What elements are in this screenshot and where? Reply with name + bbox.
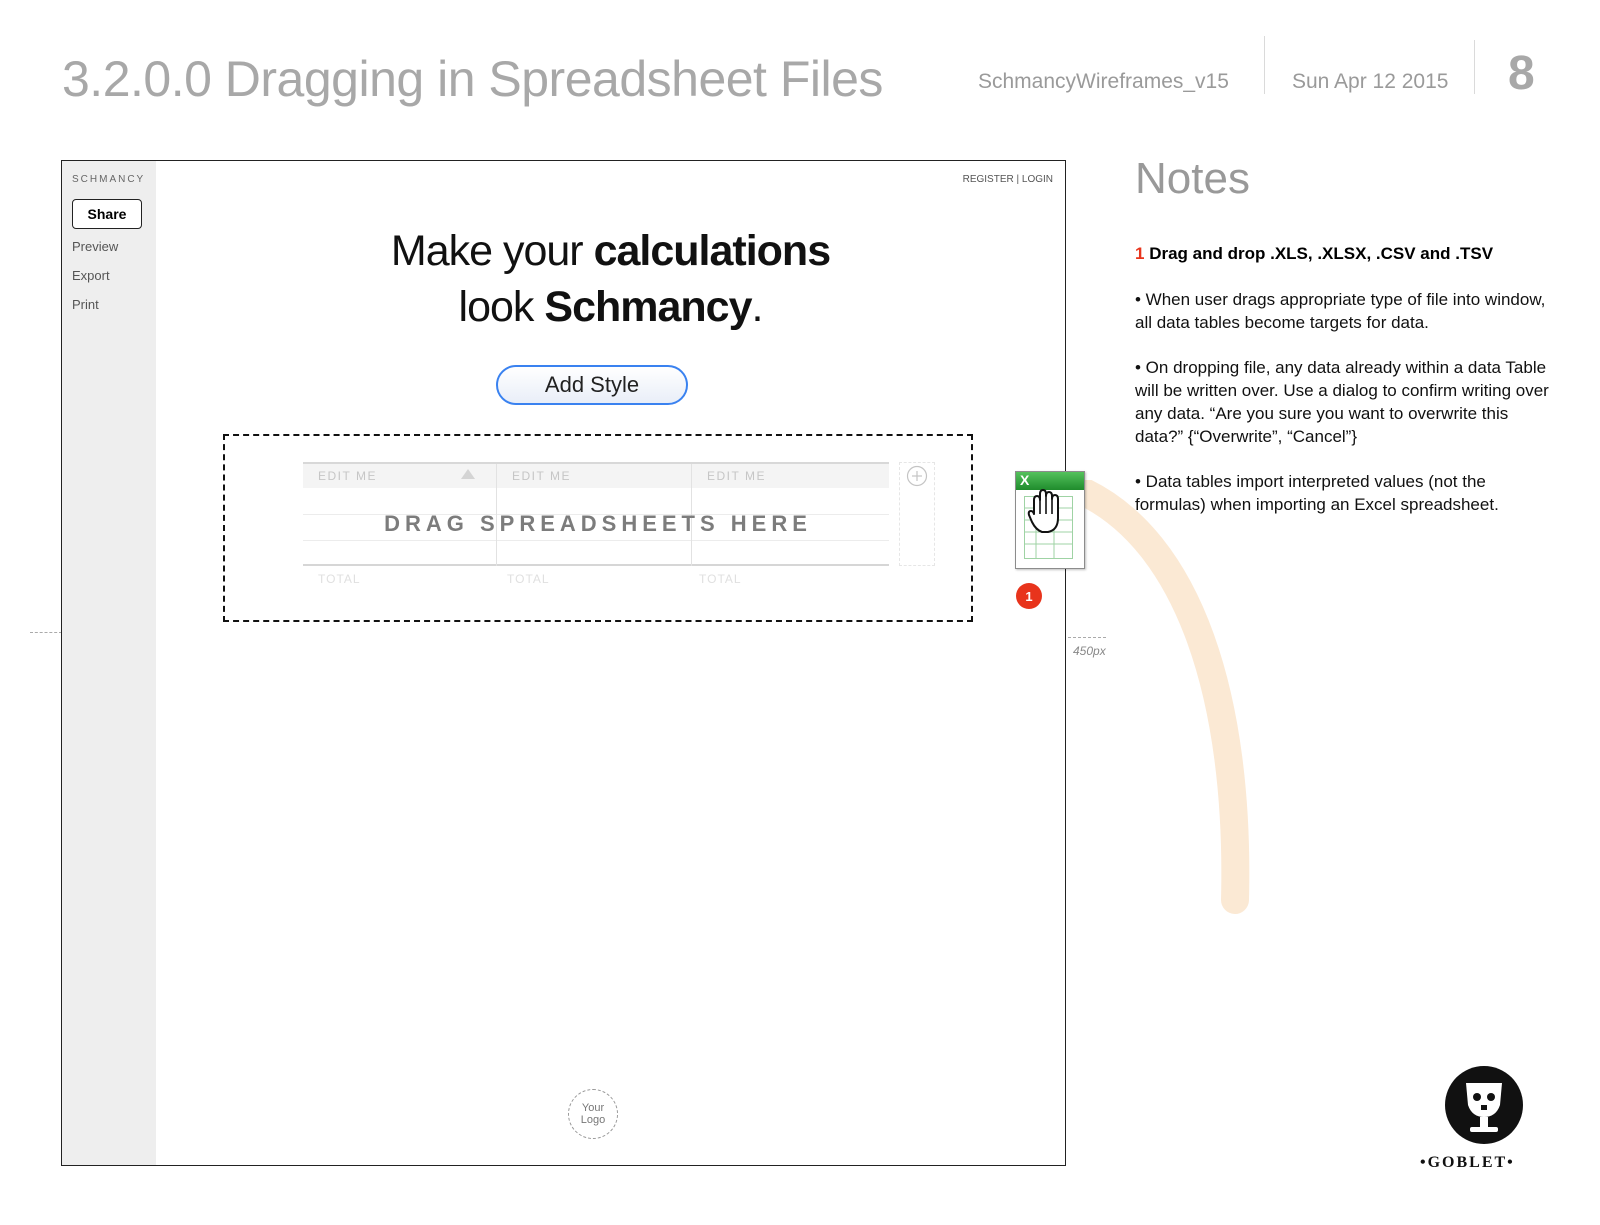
app-wireframe: SCHMANCY Share Preview Export Print REGI… (61, 160, 1066, 1166)
document-name: SchmancyWireframes_v15 (978, 70, 1229, 93)
goblet-wordmark: •GOBLET• (1420, 1154, 1515, 1171)
hand-cursor-icon (1027, 489, 1059, 533)
logo-text: Your (581, 1102, 605, 1114)
note-item: • When user drags appropriate type of fi… (1135, 290, 1546, 332)
notes-title: Notes (1135, 154, 1250, 203)
hero-line-1: Make your calculations (62, 227, 1065, 276)
column-total: TOTAL (507, 572, 550, 586)
hero-line-2: look Schmancy. (62, 283, 1065, 332)
page-number: 8 (1508, 47, 1535, 100)
hero-text-period: . (751, 283, 764, 331)
excel-x-icon: X (1020, 472, 1030, 488)
note-heading-text: Drag and drop .XLS, .XLSX, .CSV and .TSV (1149, 244, 1494, 263)
add-column-icon[interactable] (906, 465, 928, 487)
hero-text-bold: Schmancy (544, 283, 752, 331)
totals-divider (303, 564, 889, 566)
column-total: TOTAL (699, 572, 742, 586)
drop-zone-label: DRAG SPREADSHEETS HERE (384, 511, 812, 536)
brand-name: SCHMANCY (72, 174, 146, 185)
register-login-link[interactable]: REGISTER | LOGIN (963, 174, 1053, 185)
drop-zone[interactable]: EDIT ME EDIT ME EDIT ME TOTAL TOTAL TOTA… (223, 434, 973, 622)
note-heading: 1 Drag and drop .XLS, .XLSX, .CSV and .T… (1135, 244, 1493, 264)
note-item: • Data tables import interpreted values … (1135, 472, 1499, 514)
header-divider (1474, 40, 1475, 94)
header-divider (1264, 36, 1265, 94)
hero-text-light: look (458, 283, 545, 331)
page-title: 3.2.0.0 Dragging in Spreadsheet Files (62, 51, 883, 107)
column-header[interactable]: EDIT ME (497, 464, 691, 488)
share-button[interactable]: Share (72, 199, 142, 229)
goblet-logo-icon (1445, 1066, 1523, 1144)
annotation-marker: 1 (1016, 583, 1042, 609)
dimension-guide-left (30, 632, 62, 633)
note-item: • On dropping file, any data already wit… (1135, 358, 1549, 446)
excel-file-icon[interactable]: X (1015, 471, 1085, 569)
add-style-button[interactable]: Add Style (496, 365, 688, 405)
hero-text-light: Make your (390, 227, 594, 275)
document-date: Sun Apr 12 2015 (1292, 70, 1449, 93)
drag-path (1070, 480, 1250, 914)
logo-placeholder: Your Logo (568, 1089, 618, 1139)
column-total: TOTAL (318, 572, 361, 586)
sort-ascending-icon[interactable] (461, 469, 475, 479)
note-number: 1 (1135, 244, 1145, 263)
hero-text-bold: calculations (593, 227, 832, 275)
column-header[interactable]: EDIT ME (692, 464, 889, 488)
logo-text: Logo (580, 1114, 606, 1126)
row-divider (303, 540, 889, 541)
